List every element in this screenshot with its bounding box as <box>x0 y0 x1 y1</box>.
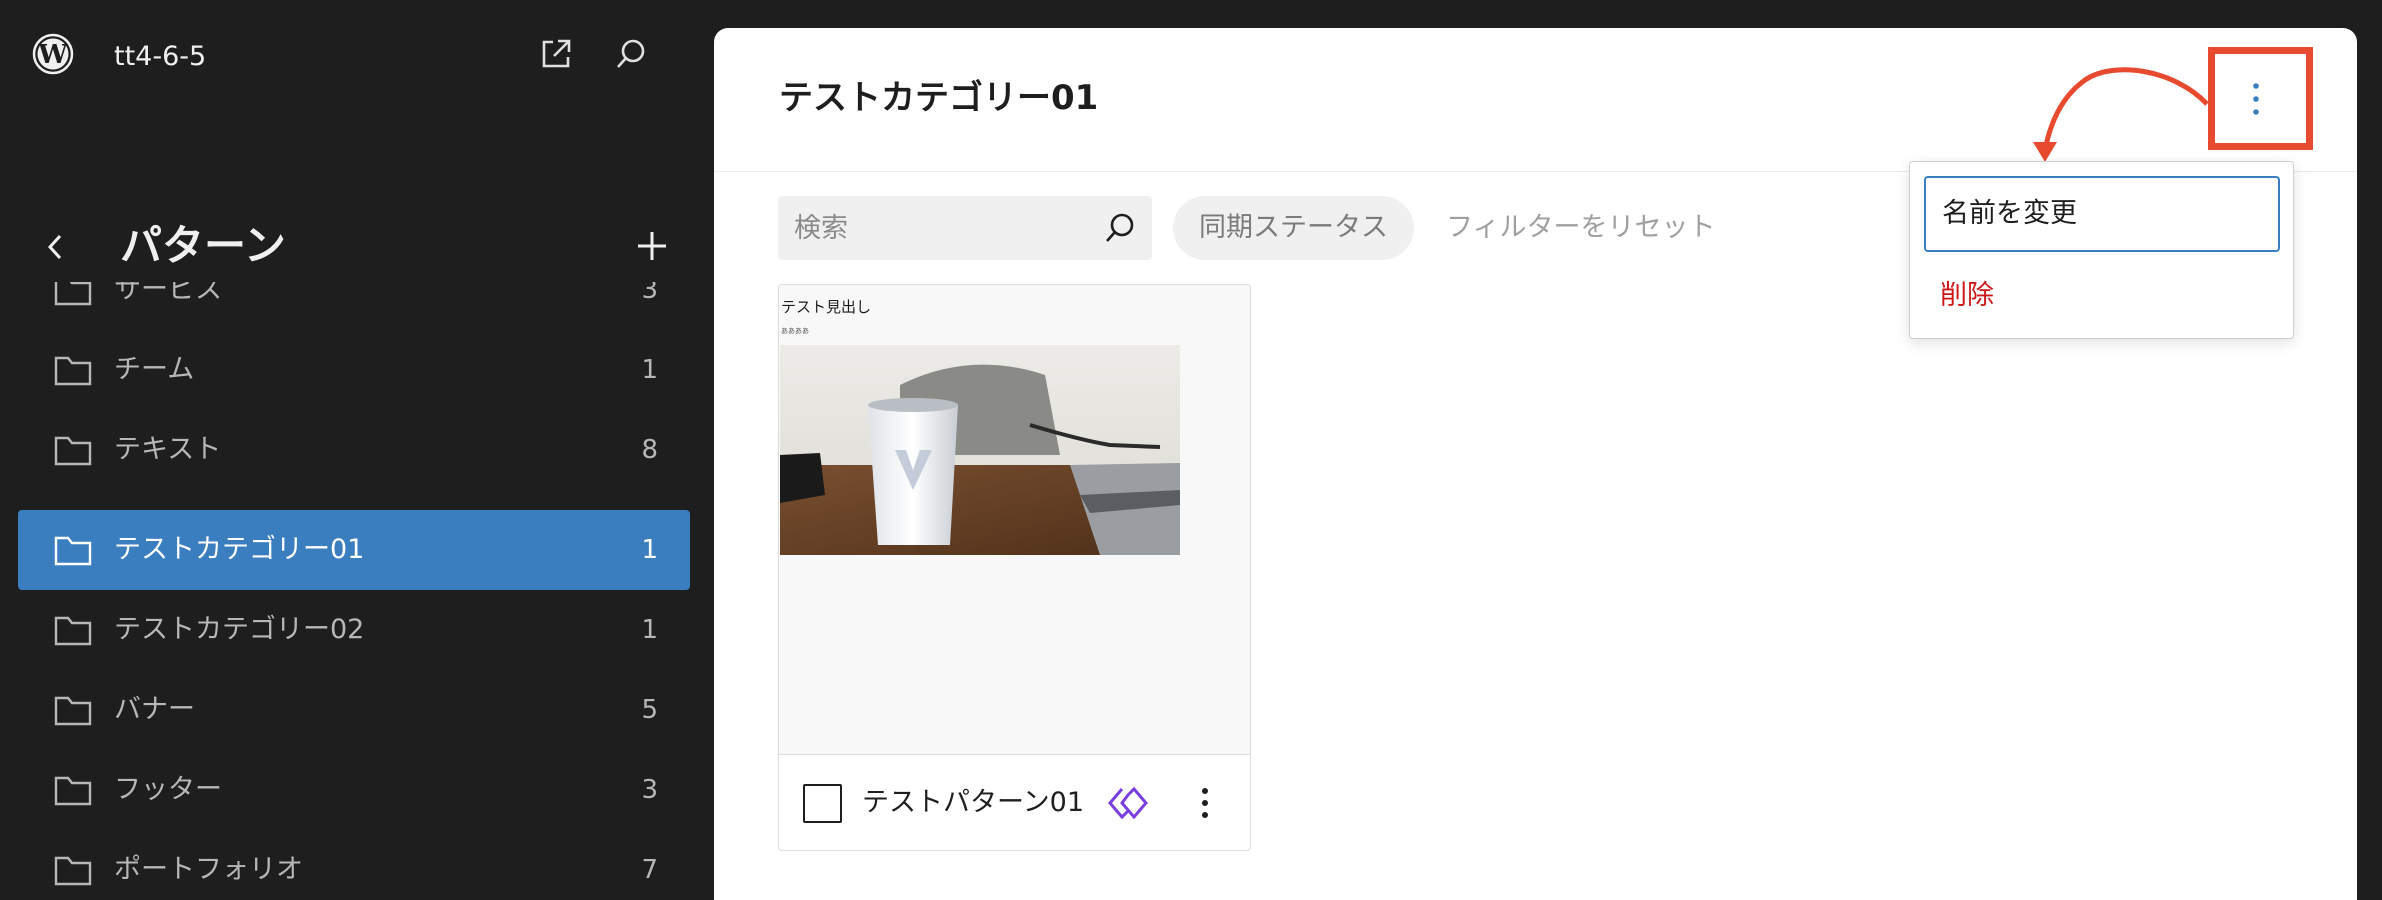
category-list: サービス 3 チーム 1 テキスト 8 テストカテゴリー01 1 テストカテゴリ… <box>18 282 690 900</box>
search-input[interactable] <box>778 196 1078 260</box>
folder-icon <box>54 696 92 726</box>
sidebar-item-count: 5 <box>641 695 658 725</box>
folder-icon <box>54 356 92 386</box>
sidebar-item-label: バナー <box>114 694 195 725</box>
folder-icon <box>54 282 92 306</box>
sync-status-filter[interactable]: 同期ステータス <box>1173 196 1414 260</box>
preview-photo <box>780 345 1180 555</box>
sidebar-item-count: 3 <box>641 282 658 305</box>
sidebar-item-count: 8 <box>641 435 658 465</box>
external-link-icon[interactable] <box>538 36 574 72</box>
chevron-left-icon[interactable] <box>40 228 70 266</box>
svg-text:W: W <box>37 40 68 70</box>
sidebar-item-footer[interactable]: フッター 3 <box>18 750 690 830</box>
sidebar-item-portfolio[interactable]: ポートフォリオ 7 <box>18 830 690 900</box>
page-title: テストカテゴリー01 <box>779 78 1099 118</box>
folder-icon <box>54 776 92 806</box>
sidebar-item-count: 3 <box>641 775 658 805</box>
sidebar-item-team[interactable]: チーム 1 <box>18 330 690 410</box>
pattern-select-checkbox[interactable] <box>803 784 842 823</box>
sidebar-item-label: ポートフォリオ <box>114 854 303 885</box>
pattern-card[interactable]: テスト見出し ああああ テストパターン01 <box>778 284 1251 851</box>
sidebar-item-services[interactable]: サービス 3 <box>18 282 690 330</box>
search-field[interactable] <box>778 196 1152 260</box>
preview-heading: テスト見出し <box>781 298 872 316</box>
sidebar-item-count: 1 <box>641 615 658 645</box>
rename-menu-item[interactable]: 名前を変更 <box>1924 176 2280 252</box>
sidebar-title: パターン <box>120 221 286 270</box>
pattern-title[interactable]: テストパターン01 <box>862 785 1084 821</box>
sidebar-item-label: テストカテゴリー02 <box>114 614 365 645</box>
wordpress-logo-icon[interactable]: W <box>32 33 74 75</box>
pattern-card-footer: テストパターン01 <box>779 755 1250 850</box>
folder-icon <box>54 856 92 886</box>
site-name[interactable]: tt4-6-5 <box>114 39 206 75</box>
sidebar-item-banner[interactable]: バナー 5 <box>18 670 690 750</box>
synced-pattern-icon <box>1108 786 1148 820</box>
reset-filter-button[interactable]: フィルターをリセット <box>1446 196 1715 260</box>
more-vertical-icon[interactable] <box>1193 783 1217 823</box>
sidebar-item-count: 1 <box>641 355 658 385</box>
sidebar-item-count: 1 <box>641 535 658 565</box>
folder-icon <box>54 436 92 466</box>
sidebar-item-test-category-02[interactable]: テストカテゴリー02 1 <box>18 590 690 670</box>
plus-icon[interactable] <box>634 228 670 264</box>
pattern-preview[interactable]: テスト見出し ああああ <box>779 285 1250 755</box>
preview-text: ああああ <box>781 327 809 335</box>
sidebar-item-count: 7 <box>641 855 658 885</box>
folder-icon <box>54 536 92 566</box>
sidebar-item-test-category-01[interactable]: テストカテゴリー01 1 <box>18 510 690 590</box>
arrow-annotation-icon <box>2033 67 2209 162</box>
sidebar-item-label: チーム <box>114 354 195 385</box>
search-icon[interactable] <box>1102 210 1138 246</box>
sidebar: W tt4-6-5 パターン サービス 3 チーム 1 テキスト 8 テストカテ… <box>0 0 714 900</box>
delete-menu-item[interactable]: 削除 <box>1940 266 1994 326</box>
sidebar-item-label: テキスト <box>114 434 222 465</box>
search-icon[interactable] <box>613 36 649 72</box>
options-dropdown: 名前を変更 削除 <box>1909 161 2294 339</box>
sidebar-item-label: サービス <box>114 282 222 305</box>
sidebar-item-label: フッター <box>114 774 222 805</box>
sidebar-item-text[interactable]: テキスト 8 <box>18 410 690 490</box>
folder-icon <box>54 616 92 646</box>
sidebar-item-label: テストカテゴリー01 <box>114 534 365 565</box>
